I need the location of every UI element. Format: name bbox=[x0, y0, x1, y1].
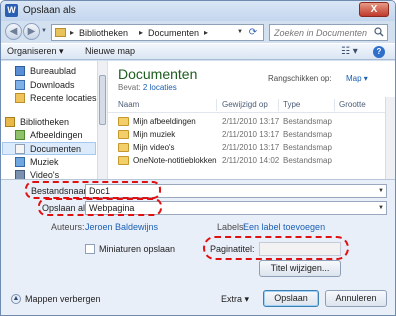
breadcrumb-separator-icon[interactable]: ▸ bbox=[139, 28, 143, 37]
file-type: Bestandsmap bbox=[283, 130, 332, 139]
table-row[interactable]: OneNote-notitieblokken 2/11/2010 14:02 B… bbox=[108, 155, 385, 167]
file-date: 2/11/2010 14:02 bbox=[222, 156, 280, 165]
title-bar: W Opslaan als X bbox=[1, 1, 395, 21]
save-thumbnail-label: Miniaturen opslaan bbox=[99, 244, 176, 254]
table-row[interactable]: Mijn video's 2/11/2010 13:17 Bestandsmap bbox=[108, 142, 385, 154]
arrange-by-dropdown[interactable]: Map ▾ bbox=[346, 74, 368, 83]
library-title: Documenten bbox=[118, 66, 198, 82]
search-icon[interactable] bbox=[374, 27, 384, 37]
pictures-icon bbox=[15, 130, 25, 140]
back-button[interactable]: ◀ bbox=[5, 23, 22, 40]
column-type[interactable]: Type bbox=[283, 100, 300, 109]
hide-folders-label: Mappen verbergen bbox=[25, 294, 101, 304]
save-as-type-highlight bbox=[38, 198, 162, 216]
file-name: Mijn muziek bbox=[133, 130, 176, 139]
file-date: 2/11/2010 13:17 bbox=[222, 117, 280, 126]
tags-value[interactable]: Een label toevoegen bbox=[243, 222, 325, 232]
new-folder-button[interactable]: Nieuwe map bbox=[85, 46, 135, 56]
breadcrumb[interactable]: ▸ Bibliotheken ▸ Documenten ▸ ▼ ⟳ bbox=[51, 24, 264, 41]
file-name: OneNote-notitieblokken bbox=[133, 156, 217, 165]
column-divider[interactable] bbox=[216, 99, 217, 111]
authors-label: Auteurs: bbox=[51, 222, 85, 232]
sidebar-item-label: Documenten bbox=[30, 144, 82, 154]
filename-dropdown-icon[interactable]: ▼ bbox=[378, 185, 384, 197]
folder-icon bbox=[118, 156, 129, 165]
save-button[interactable]: Opslaan bbox=[263, 290, 319, 307]
folder-icon bbox=[118, 143, 129, 152]
organize-button[interactable]: Organiseren ▾ bbox=[7, 46, 64, 57]
documents-icon bbox=[15, 144, 25, 154]
breadcrumb-item-libraries[interactable]: Bibliotheken bbox=[79, 28, 128, 38]
authors-value[interactable]: Jeroen Baldewijns bbox=[85, 222, 158, 232]
folder-icon bbox=[118, 117, 129, 126]
history-dropdown-icon[interactable]: ▼ bbox=[41, 28, 47, 34]
save-thumbnail-checkbox[interactable] bbox=[85, 244, 95, 254]
save-as-type-dropdown-icon[interactable]: ▼ bbox=[378, 202, 384, 214]
address-dropdown-icon[interactable]: ▼ bbox=[237, 29, 243, 35]
cancel-button[interactable]: Annuleren bbox=[325, 290, 387, 307]
search-box[interactable] bbox=[269, 24, 388, 41]
file-date: 2/11/2010 13:17 bbox=[222, 143, 280, 152]
sidebar-item-label: Muziek bbox=[30, 157, 59, 167]
file-name: Mijn video's bbox=[133, 143, 175, 152]
library-locations-link[interactable]: 2 locaties bbox=[143, 83, 177, 92]
breadcrumb-separator-icon[interactable]: ▸ bbox=[70, 28, 74, 37]
refresh-icon[interactable]: ⟳ bbox=[246, 26, 260, 39]
navigation-scrollbar[interactable] bbox=[97, 61, 107, 179]
file-type: Bestandsmap bbox=[283, 117, 332, 126]
music-icon bbox=[15, 157, 25, 167]
library-includes: Bevat: 2 locaties bbox=[118, 83, 177, 92]
file-type: Bestandsmap bbox=[283, 143, 332, 152]
library-includes-label: Bevat: bbox=[118, 83, 141, 92]
view-options-icon[interactable]: ☷ ▾ bbox=[341, 46, 363, 58]
sidebar-item-documents[interactable]: Documenten bbox=[2, 142, 96, 155]
file-list-scrollbar[interactable] bbox=[385, 97, 395, 179]
desktop-icon bbox=[15, 66, 25, 76]
column-size[interactable]: Grootte bbox=[339, 100, 366, 109]
page-title-highlight bbox=[203, 236, 349, 260]
tools-dropdown[interactable]: Extra ▾ bbox=[221, 294, 249, 305]
file-type: Bestandsmap bbox=[283, 156, 332, 165]
recent-places-icon bbox=[15, 93, 25, 103]
sidebar-item-label: Bibliotheken bbox=[20, 117, 70, 127]
address-row: ◀ ▶ ▼ ▸ Bibliotheken ▸ Documenten ▸ ▼ ⟳ bbox=[1, 21, 395, 43]
scrollbar-thumb[interactable] bbox=[99, 75, 106, 125]
table-row[interactable]: Mijn muziek 2/11/2010 13:17 Bestandsmap bbox=[108, 129, 385, 141]
sidebar-item-label: Afbeeldingen bbox=[30, 130, 83, 140]
breadcrumb-separator-icon[interactable]: ▸ bbox=[204, 28, 208, 37]
column-name[interactable]: Naam bbox=[118, 100, 139, 109]
arrange-by-label: Rangschikken op: bbox=[268, 74, 332, 83]
column-divider[interactable] bbox=[334, 99, 335, 111]
column-divider[interactable] bbox=[278, 99, 279, 111]
tags-label: Labels: bbox=[217, 222, 247, 232]
table-row[interactable]: Mijn afbeeldingen 2/11/2010 13:17 Bestan… bbox=[108, 116, 385, 128]
command-toolbar: Organiseren ▾ Nieuwe map ☷ ▾ ? bbox=[1, 43, 395, 60]
column-date-modified[interactable]: Gewijzigd op bbox=[222, 100, 268, 109]
window-title: Opslaan als bbox=[23, 5, 76, 16]
sidebar-item-label: Recente locaties bbox=[30, 93, 97, 103]
change-title-button[interactable]: Titel wijzigen... bbox=[259, 260, 341, 277]
downloads-icon bbox=[15, 80, 25, 90]
file-date: 2/11/2010 13:17 bbox=[222, 130, 280, 139]
column-header-row: Naam Gewijzigd op Type Grootte bbox=[108, 97, 385, 113]
folder-icon bbox=[118, 130, 129, 139]
sidebar-item-label: Bureaublad bbox=[30, 66, 77, 76]
filename-highlight bbox=[25, 181, 161, 199]
folder-icon bbox=[55, 28, 66, 37]
breadcrumb-item-documents[interactable]: Documenten bbox=[148, 28, 199, 38]
chevron-up-icon: ▲ bbox=[11, 294, 21, 304]
save-as-dialog: W Opslaan als X ◀ ▶ ▼ ▸ Bibliotheken ▸ D… bbox=[0, 0, 396, 316]
help-icon[interactable]: ? bbox=[373, 46, 385, 58]
word-app-icon: W bbox=[5, 4, 18, 17]
file-name: Mijn afbeeldingen bbox=[133, 117, 196, 126]
navigation-pane: Bureaublad Downloads Recente locaties Bi… bbox=[1, 61, 107, 180]
forward-button[interactable]: ▶ bbox=[23, 23, 40, 40]
libraries-icon bbox=[5, 117, 15, 127]
close-button[interactable]: X bbox=[359, 2, 389, 17]
search-input[interactable] bbox=[270, 25, 370, 40]
sidebar-item-label: Downloads bbox=[30, 80, 75, 90]
file-list-pane: Documenten Bevat: 2 locaties Rangschikke… bbox=[108, 61, 395, 179]
